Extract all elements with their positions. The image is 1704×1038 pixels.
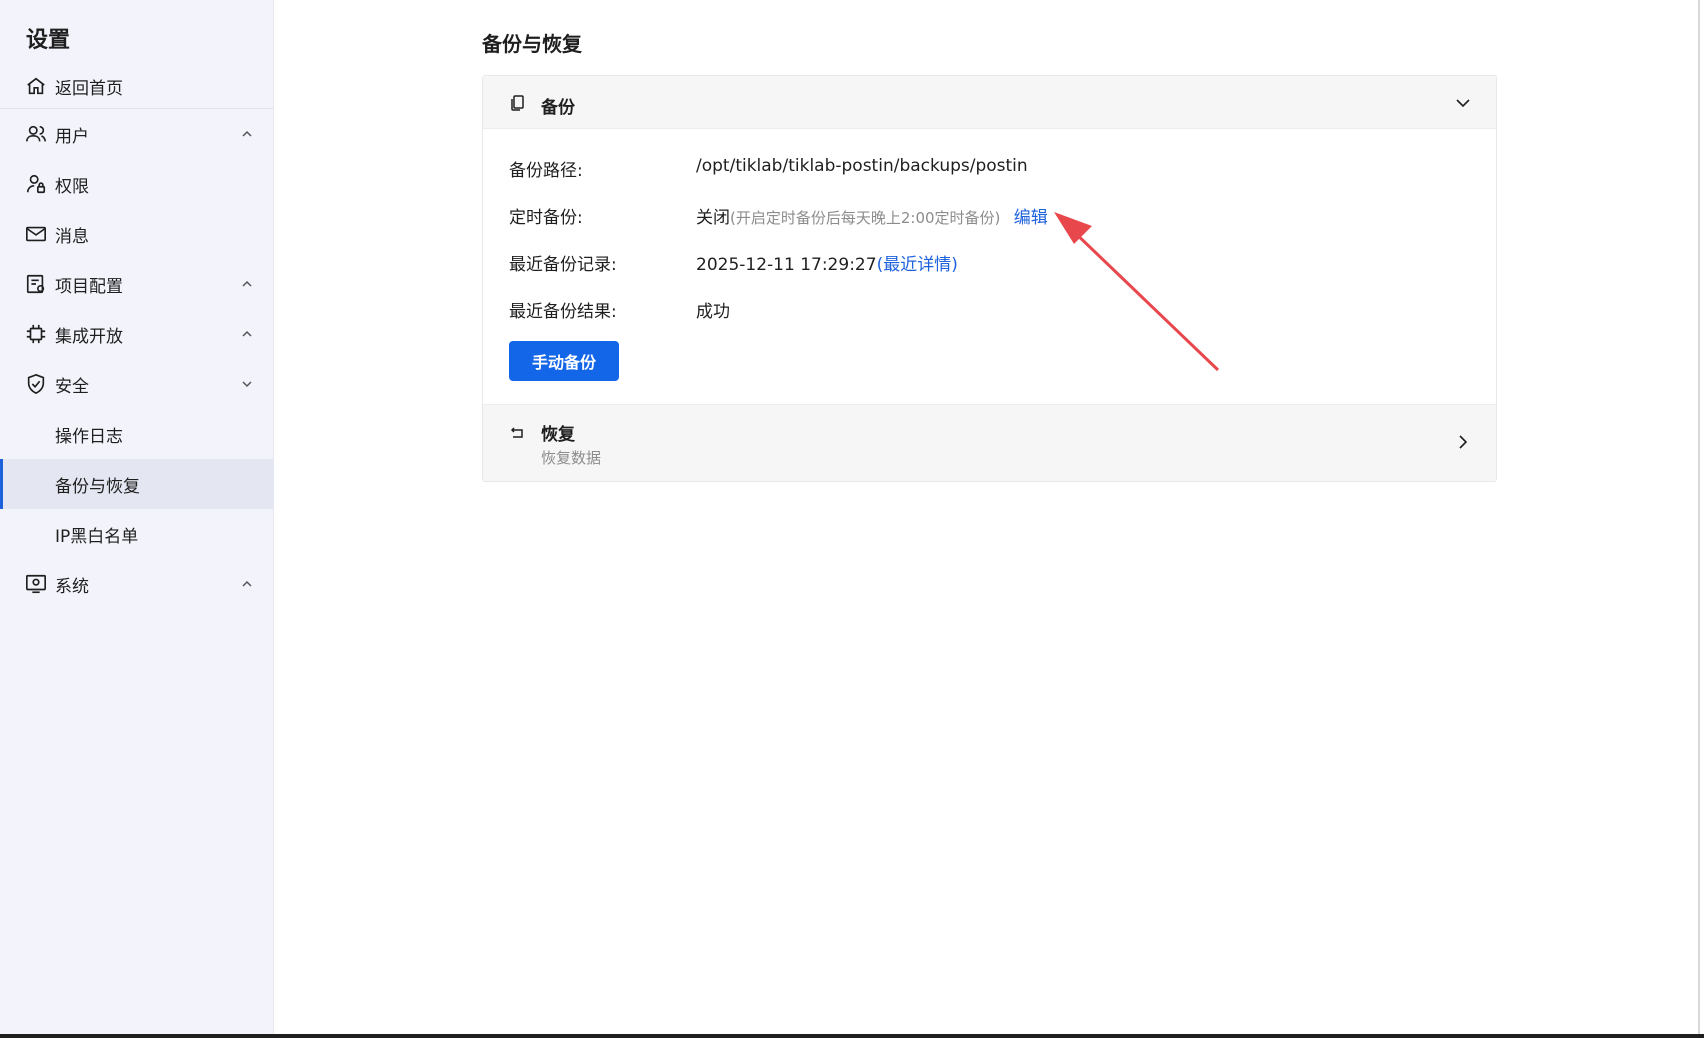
sidebar-item-label: 项目配置 xyxy=(55,276,123,297)
backup-panel-title: 备份 xyxy=(541,98,575,118)
sidebar-item-label: 操作日志 xyxy=(55,426,123,447)
sidebar-item-label: 备份与恢复 xyxy=(55,476,140,497)
sidebar-item-label: 集成开放 xyxy=(55,326,123,347)
last-backup-detail-link[interactable]: (最近详情) xyxy=(877,255,958,275)
last-backup-time: 2025-12-11 17:29:27 xyxy=(696,255,877,275)
page-title: 备份与恢复 xyxy=(482,32,582,56)
chevron-down-icon xyxy=(1456,99,1470,108)
sidebar-item-label: 返回首页 xyxy=(55,78,123,99)
scheduled-backup-label: 定时备份: xyxy=(509,208,583,228)
sidebar-item-label: 用户 xyxy=(55,126,89,147)
project-config-icon xyxy=(24,272,48,296)
window-bottom-edge xyxy=(0,1034,1704,1038)
restore-panel-title: 恢复 xyxy=(541,425,575,445)
settings-app: 设置 返回首页 用户 权限 消息 项目配置 集成开放 安全 操作日志 备份与恢复… xyxy=(0,0,1704,1038)
sidebar-item-security[interactable]: 安全 xyxy=(0,359,274,409)
sidebar-item-operation-log[interactable]: 操作日志 xyxy=(0,409,274,459)
chevron-down-icon xyxy=(242,381,252,388)
sidebar-item-permissions[interactable]: 权限 xyxy=(0,159,274,209)
sidebar-item-system[interactable]: 系统 xyxy=(0,559,274,609)
sidebar-item-ip-list[interactable]: IP黑白名单 xyxy=(0,509,274,559)
sidebar-item-backup-restore[interactable]: 备份与恢复 xyxy=(0,459,274,509)
sidebar: 设置 返回首页 用户 权限 消息 项目配置 集成开放 安全 操作日志 备份与恢复… xyxy=(0,0,274,1038)
sidebar-item-project-config[interactable]: 项目配置 xyxy=(0,259,274,309)
window-edge xyxy=(1698,0,1700,1038)
sidebar-item-integration[interactable]: 集成开放 xyxy=(0,309,274,359)
backup-path-value: /opt/tiklab/tiklab-postin/backups/postin xyxy=(696,156,1028,176)
sidebar-item-messages[interactable]: 消息 xyxy=(0,209,274,259)
users-icon xyxy=(24,122,48,146)
home-icon xyxy=(24,74,48,98)
scheduled-backup-value: 关闭(开启定时备份后每天晚上2:00定时备份) 编辑 xyxy=(696,203,1048,228)
sidebar-item-home[interactable]: 返回首页 xyxy=(0,61,274,111)
mail-icon xyxy=(24,222,48,246)
backup-path-label: 备份路径: xyxy=(509,161,583,181)
last-backup-result-value[interactable]: 成功 xyxy=(696,297,730,322)
edit-schedule-link[interactable]: 编辑 xyxy=(1014,208,1048,228)
sidebar-title: 设置 xyxy=(26,28,71,53)
chevron-right-icon xyxy=(1459,435,1468,449)
restore-panel-subtitle: 恢复数据 xyxy=(541,449,602,467)
last-backup-record-label: 最近备份记录: xyxy=(509,255,617,275)
monitor-icon xyxy=(24,572,48,596)
chip-icon xyxy=(24,322,48,346)
chevron-up-icon xyxy=(242,130,252,137)
sidebar-item-label: 消息 xyxy=(55,226,89,247)
scheduled-backup-state: 关闭 xyxy=(696,208,730,228)
chevron-up-icon xyxy=(242,280,252,287)
last-backup-result-label: 最近备份结果: xyxy=(509,302,617,322)
manual-backup-button[interactable]: 手动备份 xyxy=(509,341,619,381)
sidebar-item-label: 权限 xyxy=(55,176,89,197)
sidebar-item-label: 系统 xyxy=(55,576,89,597)
user-lock-icon xyxy=(24,172,48,196)
backup-restore-card: 备份 备份路径: /opt/tiklab/tiklab-postin/backu… xyxy=(482,75,1497,482)
restore-panel-header[interactable]: 恢复 恢复数据 xyxy=(483,404,1496,481)
chevron-up-icon xyxy=(242,580,252,587)
chevron-up-icon xyxy=(242,330,252,337)
scheduled-backup-hint: (开启定时备份后每天晚上2:00定时备份) xyxy=(730,209,1001,227)
sidebar-item-label: IP黑白名单 xyxy=(55,526,139,547)
backup-panel-header[interactable]: 备份 xyxy=(483,76,1496,129)
undo-icon xyxy=(510,427,523,438)
copy-icon xyxy=(511,95,524,111)
sidebar-item-users[interactable]: 用户 xyxy=(0,109,274,159)
shield-icon xyxy=(24,372,48,396)
last-backup-record-value: 2025-12-11 17:29:27(最近详情) xyxy=(696,250,958,275)
sidebar-item-label: 安全 xyxy=(55,376,89,397)
